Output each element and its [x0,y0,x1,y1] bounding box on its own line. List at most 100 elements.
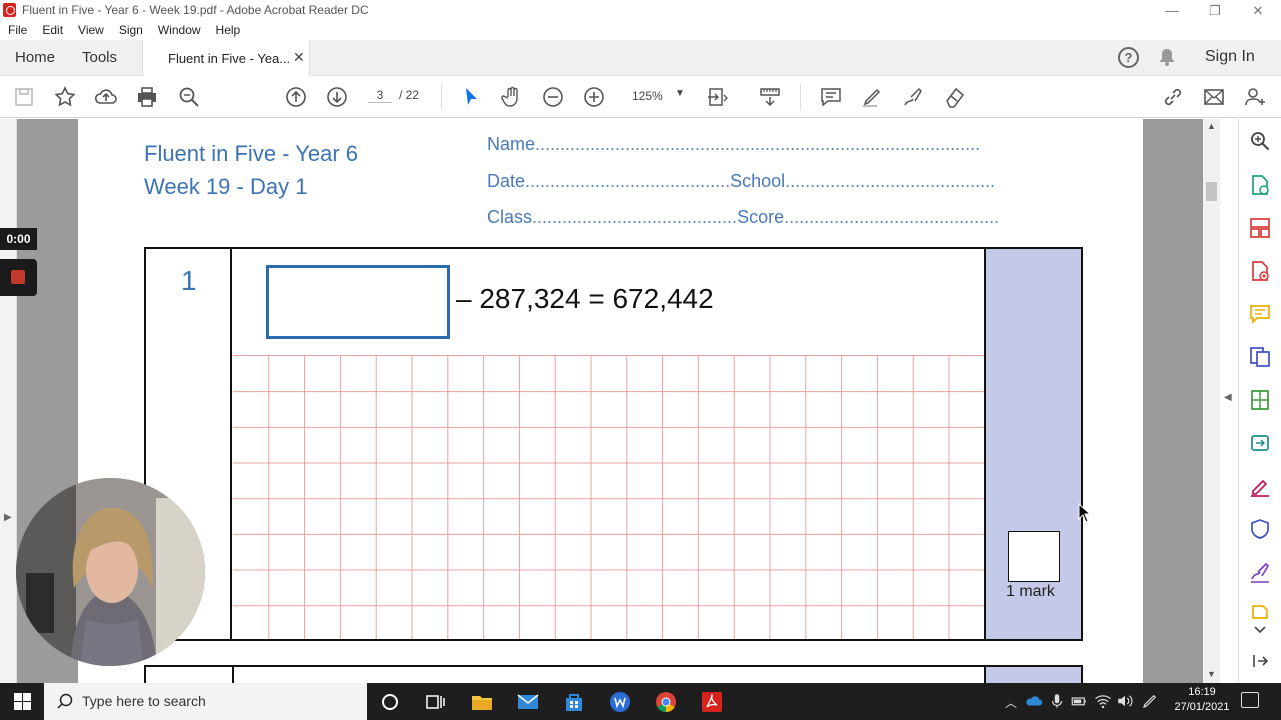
whiteboard-app-icon[interactable] [608,690,632,714]
tab-document[interactable]: Fluent in Five - Yea... ✕ [142,40,310,77]
highlight-pen-icon[interactable] [860,85,884,109]
save-icon[interactable] [12,85,36,109]
name-label: Name [487,134,536,154]
comment-icon[interactable] [819,85,843,109]
hand-tool-icon[interactable] [500,85,524,109]
presenter-video [16,478,205,666]
menu-help[interactable]: Help [216,21,241,40]
zoom-select[interactable]: 125% ▼ [623,87,685,107]
scrollbar-thumb[interactable] [1206,182,1217,201]
onedrive-icon[interactable] [1025,692,1043,710]
search-icon[interactable] [1249,130,1271,152]
show-hidden-icons-icon[interactable]: ︿ [1005,694,1017,711]
mail-icon[interactable] [516,690,540,714]
taskbar-search-box[interactable]: Type here to search [44,683,367,720]
next-page-icon[interactable] [325,85,349,109]
window-title: Fluent in Five - Year 6 - Week 19.pdf - … [22,3,369,17]
chrome-icon[interactable] [654,690,678,714]
working-grid [233,355,984,639]
chevron-down-icon[interactable] [1249,619,1271,641]
redact-eraser-icon[interactable] [943,85,967,109]
page-fit-icon[interactable] [706,85,730,109]
vertical-scrollbar[interactable]: ▲ ▼ [1203,119,1220,683]
acrobat-taskbar-icon[interactable] [700,690,724,714]
organize-pages-icon[interactable] [1249,217,1271,239]
date-label: Date [487,171,526,191]
request-signature-icon[interactable] [1249,561,1271,583]
help-icon[interactable]: ? [1118,47,1139,68]
tab-tools[interactable]: Tools [82,49,117,66]
collapse-pane-icon[interactable] [1249,650,1271,672]
email-icon[interactable] [1202,85,1226,109]
select-cursor-icon[interactable] [459,85,483,109]
search-placeholder: Type here to search [82,693,206,709]
taskbar-clock[interactable]: 16:19 27/01/2021 [1170,685,1234,715]
file-explorer-icon[interactable] [470,690,494,714]
right-tools-pane [1238,119,1281,683]
search-icon [57,693,73,709]
pdf-page: Fluent in Five - Year 6 Week 19 - Day 1 … [78,119,1143,683]
create-pdf-icon[interactable] [1249,260,1271,282]
menu-view[interactable]: View [78,21,104,40]
upload-cloud-icon[interactable] [94,85,118,109]
question-number-column [232,667,234,683]
tab-home[interactable]: Home [15,49,55,66]
toolbar-divider [441,84,442,110]
collapse-right-pane-icon[interactable]: ◀ [1224,392,1232,403]
microphone-icon[interactable] [1048,692,1066,710]
volume-icon[interactable] [1116,692,1134,710]
close-tab-icon[interactable]: ✕ [293,49,305,66]
compress-pdf-icon[interactable] [1249,389,1271,411]
notification-bell-icon[interactable] [1159,48,1175,71]
send-for-review-icon[interactable] [1249,432,1271,454]
menu-file[interactable]: File [8,21,27,40]
answer-box [266,265,450,339]
combine-files-icon[interactable] [1249,346,1271,368]
find-zoom-icon[interactable] [177,85,201,109]
action-center-icon[interactable] [1241,692,1259,708]
chevron-down-icon: ▼ [675,88,685,99]
close-window-button[interactable]: ✕ [1236,1,1280,20]
print-icon[interactable] [135,85,159,109]
task-view-icon[interactable] [423,690,447,714]
fill-and-sign-icon[interactable] [1249,475,1271,497]
score-label: Score [737,207,785,227]
bookmark-star-icon[interactable] [53,85,77,109]
scroll-down-icon[interactable]: ▼ [1207,669,1216,679]
restore-button[interactable]: ❐ [1193,1,1237,20]
menu-window[interactable]: Window [158,21,201,40]
menu-edit[interactable]: Edit [42,21,63,40]
add-user-icon[interactable] [1243,85,1267,109]
zoom-value: 125% [632,89,663,103]
tab-bar: Home Tools Fluent in Five - Yea... ✕ [0,40,1281,77]
recording-timer: 0:00 [0,228,37,250]
wifi-icon[interactable] [1094,692,1112,710]
class-score-line: Class...................................… [487,207,1000,227]
page-number-field[interactable]: 3 [368,88,392,103]
protect-shield-icon[interactable] [1249,518,1271,540]
sign-in-button[interactable]: Sign In [1205,48,1255,66]
zoom-in-icon[interactable] [582,85,606,109]
windows-start-icon[interactable] [14,693,31,710]
cortana-icon[interactable] [378,690,402,714]
scroll-up-icon[interactable]: ▲ [1207,121,1216,131]
question-1-box: 1 – 287,324 = 672,442 1 mark [144,247,1083,641]
expand-left-pane-icon[interactable]: ▶ [4,512,12,523]
stop-recording-button[interactable] [0,259,37,296]
comment-tool-icon[interactable] [1249,303,1271,325]
share-link-icon[interactable] [1161,85,1185,109]
previous-page-icon[interactable] [284,85,308,109]
mark-box [1008,531,1060,582]
mark-label: 1 mark [1006,583,1055,600]
minimize-button[interactable]: — [1150,1,1194,20]
document-tab-label: Fluent in Five - Yea... [168,51,291,66]
fill-sign-icon[interactable] [901,85,925,109]
export-pdf-icon[interactable] [1249,174,1271,196]
pen-workspace-icon[interactable] [1141,692,1159,710]
zoom-out-icon[interactable] [541,85,565,109]
left-nav-pane: ▶ [0,119,17,683]
menu-sign[interactable]: Sign [119,21,143,40]
store-icon[interactable] [562,690,586,714]
battery-icon[interactable] [1070,692,1088,710]
scrolling-mode-icon[interactable] [758,85,782,109]
